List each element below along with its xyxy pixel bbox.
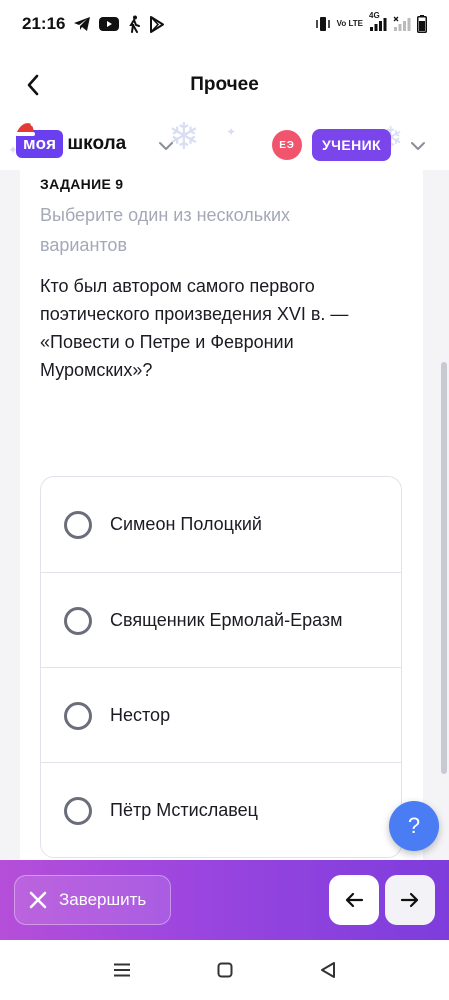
youtube-icon: [99, 17, 120, 31]
battery-icon: [417, 15, 427, 33]
triangle-back-icon: [320, 962, 335, 978]
task-number: ЗАДАНИЕ 9: [40, 176, 124, 192]
network-type-label: 4G: [369, 11, 380, 20]
brand-bar: ❄ ❄ ✦ ✦ моя школа ЕЭ УЧЕНИК: [0, 122, 449, 170]
logo-moya: моя: [15, 122, 64, 158]
options-list: Симеон Полоцкий Священник Ермолай-Еразм …: [40, 476, 402, 858]
radio-button[interactable]: [64, 701, 92, 730]
option-item[interactable]: Симеон Полоцкий: [41, 477, 401, 572]
chevron-down-icon[interactable]: [410, 138, 426, 156]
help-button[interactable]: ?: [389, 801, 439, 851]
signal-icon: 4G: [369, 11, 387, 32]
back-button[interactable]: [18, 70, 48, 100]
scrollbar[interactable]: [441, 362, 447, 774]
next-button[interactable]: [385, 875, 435, 925]
avatar[interactable]: ЕЭ: [272, 130, 302, 160]
menu-icon: [113, 963, 130, 977]
home-button[interactable]: [205, 950, 245, 990]
vibrate-icon: [315, 16, 331, 32]
option-item[interactable]: Пётр Мстиславец: [41, 763, 401, 858]
chevron-down-icon[interactable]: [158, 138, 174, 156]
role-badge[interactable]: УЧЕНИК: [312, 129, 392, 161]
task-card: ЗАДАНИЕ 9 Выберите один из нескольких ва…: [20, 170, 423, 870]
system-back-button[interactable]: [308, 950, 348, 990]
status-bar: 21:16 Vo LTE 4G: [0, 0, 449, 48]
volte-icon: Vo LTE: [336, 19, 363, 28]
radio-button[interactable]: [64, 606, 92, 635]
recent-apps-button[interactable]: [102, 950, 142, 990]
task-hint: Выберите один из нескольких вариантов: [40, 205, 291, 255]
square-icon: [217, 962, 232, 978]
option-item[interactable]: Нестор: [41, 668, 401, 763]
option-item[interactable]: Священник Ермолай-Еразм: [41, 573, 401, 668]
option-label: Нестор: [110, 705, 171, 725]
arrow-left-icon: [345, 892, 364, 908]
walk-icon: [127, 15, 141, 33]
close-icon: [29, 891, 47, 909]
signal-icon-2: [393, 16, 411, 32]
question-mark-icon: ?: [407, 813, 421, 838]
title-bar: Прочее: [0, 48, 449, 122]
finish-button[interactable]: Завершить: [14, 875, 171, 925]
logo[interactable]: моя школа: [15, 122, 127, 158]
telegram-icon: [73, 16, 91, 32]
radio-button[interactable]: [64, 796, 92, 825]
play-store-icon: [149, 15, 165, 33]
page-title: Прочее: [190, 74, 259, 95]
logo-moya-text: моя: [23, 134, 57, 153]
arrow-right-icon: [400, 892, 419, 908]
chevron-left-icon: [27, 74, 39, 96]
option-label: Пётр Мстиславец: [110, 800, 258, 820]
finish-label: Завершить: [59, 890, 147, 909]
option-label: Симеон Полоцкий: [110, 514, 262, 534]
snowflake-icon: ✦: [226, 125, 237, 139]
logo-shkola: школа: [67, 133, 127, 154]
action-bar: Завершить: [0, 860, 449, 940]
system-nav-bar: [0, 940, 449, 1000]
previous-button[interactable]: [329, 875, 379, 925]
radio-button[interactable]: [64, 510, 92, 539]
status-time: 21:16: [22, 14, 66, 33]
status-icons-left: [73, 15, 165, 33]
question-text: Кто был автором самого первого поэтическ…: [40, 276, 349, 380]
santa-hat-icon: [15, 122, 36, 136]
option-label: Священник Ермолай-Еразм: [110, 610, 343, 630]
status-icons-right: Vo LTE 4G: [315, 11, 427, 33]
